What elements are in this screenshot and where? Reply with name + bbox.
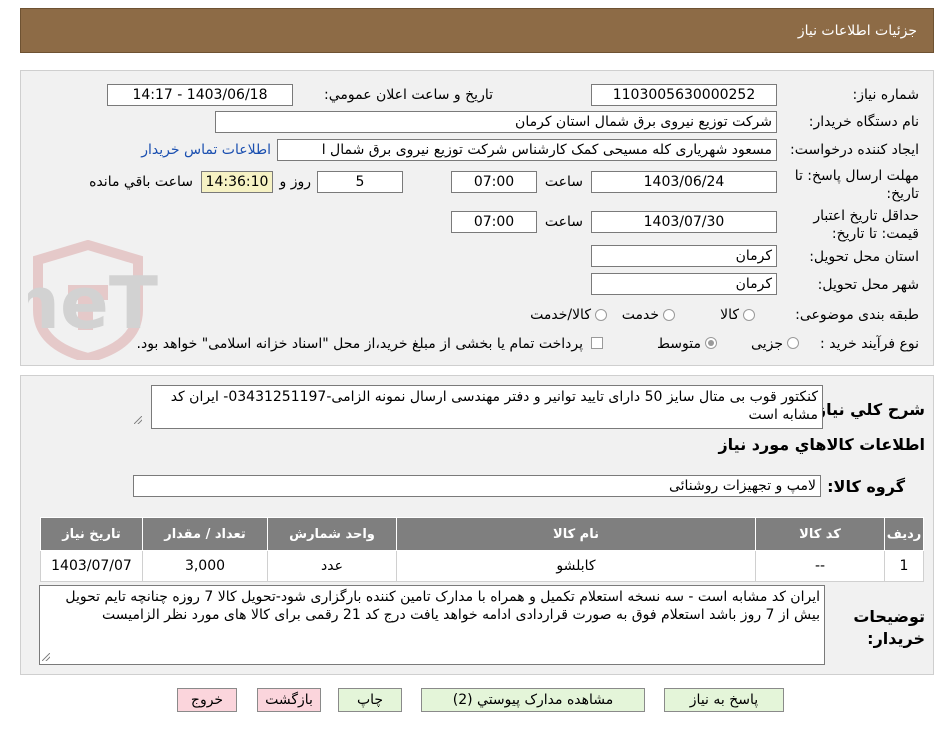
page-header: جزئیات اطلاعات نیاز	[20, 8, 934, 53]
general-desc-label: شرح کلي نیاز:	[810, 400, 925, 419]
table-row: 1 -- کابلشو عدد 3,000 1403/07/07	[40, 550, 924, 582]
city-label: شهر محل تحویل:	[817, 277, 919, 293]
creator-label: ایجاد کننده درخواست:	[790, 142, 919, 158]
city-field: کرمان	[591, 273, 777, 295]
category-option-both: کالا/خدمت	[530, 307, 591, 323]
price-validity-label: حداقل تاریخ اعتبار قیمت: تا تاریخ:	[813, 208, 919, 242]
remaining-time-field: 14:36:10	[201, 171, 273, 193]
reply-time-field: 07:00	[451, 171, 537, 193]
back-button[interactable]: بازگشت	[257, 688, 321, 712]
attachments-button[interactable]: مشاهده مدارک پیوستي (2)	[421, 688, 645, 712]
goods-info-title: اطلاعات کالاهاي مورد نیاز	[718, 435, 925, 454]
need-info-panel: شماره نیاز: 1103005630000252 تاریخ و ساع…	[20, 70, 934, 366]
category-radio-goods[interactable]	[743, 309, 755, 321]
buyer-notes-label: توضیحات خریدار:	[853, 607, 925, 648]
reply-date-field: 1403/06/24	[591, 171, 777, 193]
table-header-row: ردیف کد کالا نام کالا واحد شمارش تعداد /…	[40, 517, 924, 551]
category-radio-service[interactable]	[663, 309, 675, 321]
category-option-service: خدمت	[621, 307, 659, 323]
need-number-label: شماره نیاز:	[852, 87, 920, 103]
reply-time-label: ساعت	[544, 174, 583, 190]
remaining-label: ساعت باقي مانده	[89, 174, 193, 190]
buyer-notes-field: ایران کد مشابه است - سه نسخه استعلام تکم…	[39, 585, 825, 665]
days-label: روز و	[279, 174, 312, 190]
validity-date-field: 1403/07/30	[591, 211, 777, 233]
goods-table: ردیف کد کالا نام کالا واحد شمارش تعداد /…	[40, 517, 924, 582]
creator-field: مسعود شهریاری کله مسیحی کمک کارشناس شرکت…	[277, 139, 777, 161]
print-button[interactable]: چاپ	[338, 688, 402, 712]
buyer-contact-link[interactable]: اطلاعات تماس خریدار	[141, 142, 271, 158]
col-qty: تعداد / مقدار	[142, 517, 268, 551]
days-field: 5	[317, 171, 403, 193]
province-field: کرمان	[591, 245, 777, 267]
process-option-minor: جزیی	[751, 336, 783, 352]
cell-row: 1	[884, 550, 924, 582]
province-label: استان محل تحویل:	[809, 249, 919, 265]
category-radio-both[interactable]	[595, 309, 607, 321]
treasury-checkbox[interactable]	[591, 337, 603, 349]
col-code: کد کالا	[755, 517, 885, 551]
page-title: جزئیات اطلاعات نیاز	[797, 23, 917, 39]
col-date: تاریخ نیاز	[40, 517, 143, 551]
need-number-field: 1103005630000252	[591, 84, 777, 106]
col-unit: واحد شمارش	[267, 517, 397, 551]
cell-qty: 3,000	[142, 550, 268, 582]
process-label: نوع فرآیند خرید :	[820, 336, 919, 352]
cell-code: --	[755, 550, 885, 582]
buyer-org-label: نام دستگاه خریدار:	[808, 114, 919, 130]
cell-date: 1403/07/07	[40, 550, 143, 582]
validity-time-label: ساعت	[544, 214, 583, 230]
process-radio-minor[interactable]	[787, 337, 799, 349]
buyer-notes-resize-grip[interactable]	[42, 653, 50, 661]
validity-time-field: 07:00	[451, 211, 537, 233]
goods-group-field: لامپ و تجهیزات روشنائی	[133, 475, 821, 497]
buyer-org-field: شرکت توزیع نیروی برق شمال استان کرمان	[215, 111, 777, 133]
reply-deadline-label: مهلت ارسال پاسخ: تا تاریخ:	[794, 168, 919, 202]
announce-label: تاریخ و ساعت اعلان عمومي:	[324, 87, 493, 103]
exit-button[interactable]: خروج	[177, 688, 237, 712]
col-name: نام کالا	[396, 517, 756, 551]
reply-button[interactable]: پاسخ به نیاز	[664, 688, 784, 712]
payment-note: پرداخت تمام یا بخشی از مبلغ خرید،از محل …	[136, 336, 583, 352]
cell-unit: عدد	[267, 550, 397, 582]
general-desc-field: کنکتور قوب بی متال سایز 50 دارای تایید ت…	[151, 385, 823, 429]
process-option-medium: متوسط	[657, 336, 701, 352]
process-radio-medium[interactable]	[705, 337, 717, 349]
category-option-goods: کالا	[720, 307, 739, 323]
cell-name: کابلشو	[396, 550, 756, 582]
col-row: ردیف	[884, 517, 924, 551]
goods-group-label: گروه کالا:	[827, 477, 905, 496]
announce-field: 1403/06/18 - 14:17	[107, 84, 293, 106]
general-desc-resize-grip[interactable]	[134, 416, 142, 424]
category-label: طبقه بندی موضوعی:	[795, 307, 919, 323]
